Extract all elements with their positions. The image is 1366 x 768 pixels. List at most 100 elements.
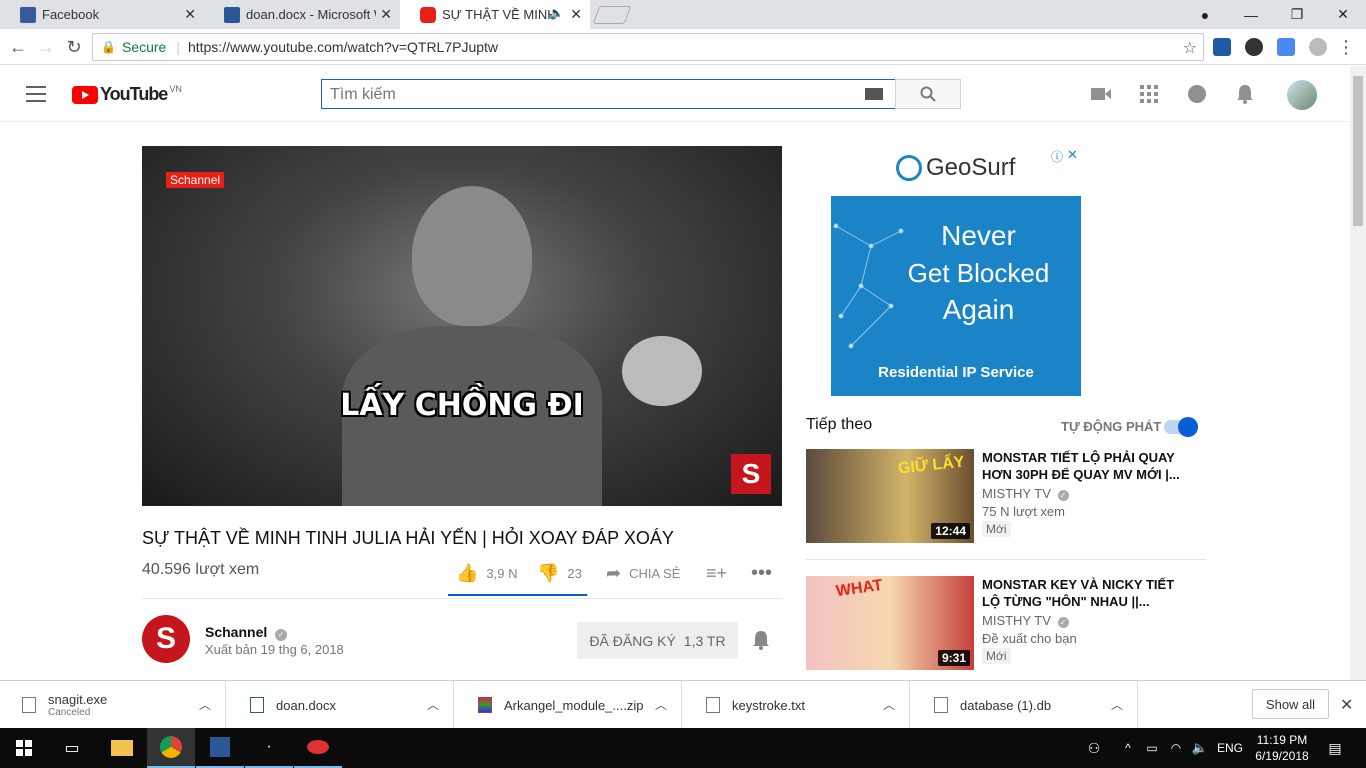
share-label: CHIA SẺ — [629, 565, 681, 581]
download-item[interactable]: doan.docx ︿ — [228, 681, 454, 729]
keyboard-icon[interactable] — [865, 88, 883, 100]
avatar[interactable] — [1287, 80, 1317, 110]
extension-j-icon[interactable] — [1213, 38, 1231, 56]
minimize-button[interactable]: — — [1228, 0, 1274, 29]
like-button[interactable]: 👍 3,9 N — [456, 562, 518, 584]
back-button[interactable]: ← — [6, 35, 30, 59]
volume-icon[interactable]: 🔈 — [1190, 728, 1210, 768]
add-to-playlist-icon[interactable]: ≡+ — [706, 562, 727, 584]
video-caption: LẤY CHỒNG ĐI — [340, 388, 584, 423]
file-explorer-icon[interactable] — [98, 728, 146, 768]
show-all-button[interactable]: Show all — [1252, 689, 1329, 719]
person-figure — [412, 186, 532, 326]
video-thumbnail[interactable]: WHAT 9:31 — [806, 576, 974, 670]
forward-button[interactable]: → — [34, 35, 58, 59]
menu-kebab-icon[interactable]: ⋮ — [1334, 35, 1358, 59]
chevron-up-icon[interactable]: ︿ — [199, 696, 211, 713]
text-file-icon — [706, 697, 720, 713]
chevron-up-icon[interactable]: ︿ — [427, 696, 439, 713]
tab-facebook[interactable]: Facebook ✕ — [0, 0, 204, 29]
logo-text: YouTube — [100, 84, 168, 104]
chevron-up-icon[interactable]: ^ — [1118, 728, 1138, 768]
chevron-up-icon[interactable]: ︿ — [883, 696, 895, 713]
maximize-button[interactable]: ❐ — [1274, 0, 1320, 29]
chevron-up-icon[interactable]: ︿ — [1111, 696, 1123, 713]
video-title: SỰ THẬT VỀ MINH TINH JULIA HẢI YẾN | HỎI… — [142, 528, 674, 548]
geosurf-ad[interactable]: GeoSurf ⓘ ✕ Never Get Blocked Again Resi… — [831, 146, 1081, 396]
channel-name[interactable]: Schannel ✓ — [205, 624, 288, 641]
ad-info-icon[interactable]: ⓘ — [1051, 148, 1063, 165]
hamburger-menu-icon[interactable] — [26, 86, 46, 102]
search-input[interactable]: Tìm kiếm — [321, 79, 896, 109]
tab-label: SỰ THẬT VỀ MINH TI — [442, 7, 560, 22]
subscribed-button[interactable]: ĐÃ ĐĂNG KÝ 1,3 TR — [577, 622, 738, 659]
close-icon[interactable]: ✕ — [570, 6, 582, 23]
app-icon[interactable]: · — [245, 728, 293, 768]
youtube-logo[interactable]: YouTube VN — [72, 84, 182, 105]
download-item[interactable]: keystroke.txt ︿ — [684, 681, 910, 729]
page-scrollbar[interactable] — [1350, 66, 1366, 680]
extension-gray-icon[interactable] — [1309, 38, 1327, 56]
apps-grid-icon[interactable] — [1137, 82, 1161, 106]
snagit-icon[interactable] — [294, 728, 342, 768]
new-tab-button[interactable] — [592, 6, 632, 24]
battery-icon[interactable]: ▭ — [1142, 728, 1162, 768]
action-center-icon[interactable]: ▤ — [1320, 728, 1350, 768]
up-next-item[interactable]: GIỮ LẤY 12:44 MONSTAR TIẾT LỘ PHẢI QUAY … — [806, 449, 1206, 543]
close-window-button[interactable]: ✕ — [1320, 0, 1366, 29]
channel-avatar[interactable]: S — [142, 615, 190, 663]
dislike-button[interactable]: 👎 23 — [537, 562, 582, 584]
search-button[interactable] — [895, 79, 961, 109]
close-icon[interactable]: ✕ — [184, 6, 196, 23]
download-item[interactable]: Arkangel_module_....zip ︿ — [456, 681, 682, 729]
up-next-item[interactable]: WHAT 9:31 MONSTAR KEY VÀ NICKY TIẾT LỘ T… — [806, 576, 1206, 670]
tab-word[interactable]: doan.docx - Microsoft W ✕ — [204, 0, 400, 29]
people-icon[interactable]: ⚇ — [1082, 728, 1106, 768]
download-item[interactable]: database (1).db ︿ — [912, 681, 1138, 729]
extension-circle-icon[interactable] — [1245, 38, 1263, 56]
clock-time: 11:19 PM — [1256, 733, 1308, 747]
close-icon[interactable]: ✕ — [380, 6, 392, 23]
ad-line-3: Again — [942, 294, 1015, 325]
video-thumbnail[interactable]: GIỮ LẤY 12:44 — [806, 449, 974, 543]
task-view-icon[interactable]: ▭ — [48, 728, 96, 768]
new-badge: Mới — [982, 648, 1011, 664]
reload-button[interactable]: ↻ — [62, 35, 86, 59]
thumbs-up-icon: 👍 — [456, 562, 479, 583]
video-title[interactable]: MONSTAR TIẾT LỘ PHẢI QUAY HƠN 30PH ĐỂ QU… — [982, 449, 1192, 483]
messages-icon[interactable] — [1185, 82, 1209, 106]
facebook-icon — [20, 6, 36, 23]
up-next-heading: Tiếp theo — [806, 416, 873, 433]
address-bar[interactable]: 🔒 Secure | https://www.youtube.com/watch… — [92, 33, 1204, 61]
word-app-icon[interactable] — [196, 728, 244, 768]
chrome-icon[interactable] — [147, 728, 195, 768]
clock[interactable]: 11:19 PM 6/19/2018 — [1254, 732, 1310, 764]
autoplay-toggle[interactable] — [1164, 417, 1198, 437]
speaker-icon[interactable]: 🔈 — [549, 6, 564, 20]
exe-file-icon — [22, 697, 36, 713]
notifications-bell-icon[interactable] — [1233, 82, 1257, 106]
youtube-icon — [420, 6, 436, 23]
video-title[interactable]: MONSTAR KEY VÀ NICKY TIẾT LỘ TỪNG "HÔN" … — [982, 576, 1192, 610]
video-player[interactable]: Schannel LẤY CHỒNG ĐI S — [142, 146, 782, 506]
clock-date: 6/19/2018 — [1255, 749, 1309, 763]
download-item[interactable]: snagit.exe Canceled ︿ — [0, 681, 226, 729]
zip-file-icon — [478, 697, 492, 713]
video-duration: 9:31 — [937, 650, 970, 666]
subscribe-label: ĐÃ ĐĂNG KÝ — [589, 632, 676, 649]
translate-icon[interactable] — [1277, 38, 1295, 56]
language-indicator[interactable]: ENG — [1214, 728, 1246, 768]
tab-youtube[interactable]: SỰ THẬT VỀ MINH TI 🔈 ✕ — [400, 0, 590, 29]
notification-bell-icon[interactable] — [752, 630, 772, 652]
share-button[interactable]: ➦ CHIA SẺ — [606, 562, 680, 584]
verified-badge-icon: ✓ — [1057, 617, 1069, 628]
upload-video-icon[interactable] — [1089, 82, 1113, 106]
close-downloads-icon[interactable]: ✕ — [1340, 695, 1353, 715]
chevron-up-icon[interactable]: ︿ — [655, 696, 667, 713]
bookmark-star-icon[interactable]: ☆ — [1183, 38, 1197, 58]
profile-icon[interactable]: ● — [1182, 0, 1228, 29]
windows-start-icon[interactable] — [0, 728, 48, 768]
wifi-icon[interactable]: ◠ — [1166, 728, 1186, 768]
ad-close-icon[interactable]: ✕ — [1067, 147, 1078, 163]
more-actions-icon[interactable]: ••• — [751, 562, 772, 584]
